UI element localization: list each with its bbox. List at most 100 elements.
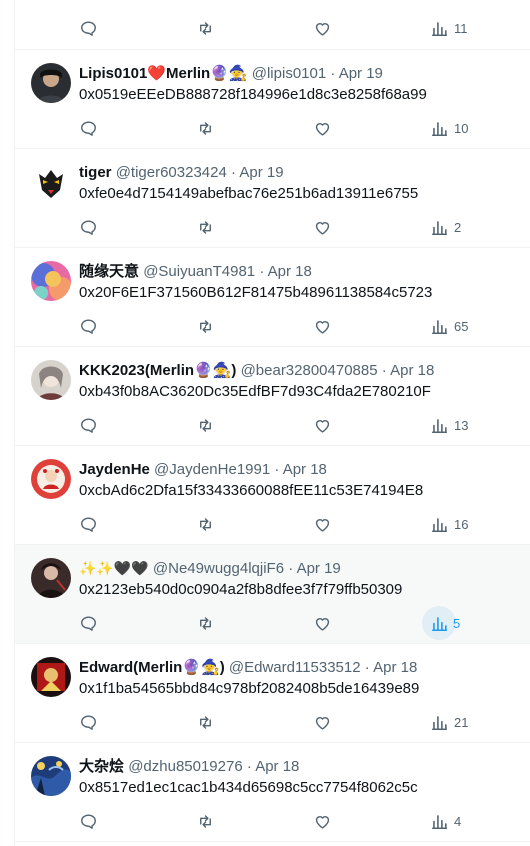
display-name[interactable]: JaydenHe [79,461,150,478]
retweet-icon [196,515,215,534]
views-button[interactable]: 21 [430,710,468,734]
tweet-item[interactable]: 随缘天意 @SuiyuanT4981 · Apr 18 0x20F6E1F371… [15,248,530,347]
retweet-button[interactable] [196,314,215,338]
avatar[interactable] [31,360,71,400]
views-count: 10 [454,120,469,136]
handle[interactable]: @dzhu85019276 [128,758,243,775]
tweet-text: 0xb43f0b8AC3620Dc35EdfBF7d93C4fda2E78021… [79,383,431,400]
handle[interactable]: @bear32800470885 [241,362,378,379]
tweet-item[interactable]: 11 [15,0,530,50]
tweet-date[interactable]: Apr 18 [255,758,299,775]
views-icon [430,812,449,831]
retweet-button[interactable] [196,611,215,635]
retweet-button[interactable] [196,512,215,536]
display-name[interactable]: Lipis0101❤️Merlin🔮🧙 [79,65,248,82]
reply-button[interactable] [79,512,98,536]
like-button[interactable] [313,413,332,437]
reply-button[interactable] [79,710,98,734]
handle[interactable]: @lipis0101 [252,65,326,82]
reply-button[interactable] [79,809,98,833]
retweet-button[interactable] [196,413,215,437]
reply-button[interactable] [79,611,98,635]
retweet-icon [196,218,215,237]
tweet-item[interactable]: Edward(Merlin🔮🧙) @Edward11533512 · Apr 1… [15,644,530,743]
like-button[interactable] [313,611,332,635]
reply-button[interactable] [79,314,98,338]
like-button[interactable] [313,512,332,536]
reply-icon [79,317,98,336]
reply-icon [79,713,98,732]
tweet-item[interactable]: KKK2023(Merlin🔮🧙) @bear32800470885 · Apr… [15,347,530,446]
handle[interactable]: @SuiyuanT4981 [143,263,255,280]
retweet-icon [196,812,215,831]
tweet-date[interactable]: Apr 19 [297,560,341,577]
avatar[interactable] [31,162,71,202]
tweet-feed: 11 Lipis0101❤️Merlin🔮🧙 @lipis0101 · Apr … [15,0,530,842]
tweet-actions: 13 [79,413,479,437]
avatar[interactable] [31,558,71,598]
views-count: 16 [454,516,469,532]
reply-button[interactable] [79,116,98,140]
avatar[interactable] [31,261,71,301]
tweet-date[interactable]: Apr 18 [390,362,434,379]
display-name[interactable]: Edward(Merlin🔮🧙) [79,659,225,676]
tweet-actions: 21 [79,710,479,734]
like-button[interactable] [313,116,332,140]
display-name[interactable]: ✨✨🖤🖤 [79,561,149,577]
retweet-button[interactable] [196,710,215,734]
retweet-button[interactable] [196,116,215,140]
reply-button[interactable] [79,16,98,40]
retweet-icon [196,614,215,633]
retweet-icon [196,119,215,138]
views-button[interactable]: 16 [430,512,468,536]
views-button[interactable]: 2 [430,215,461,239]
separator-dot: · [364,659,370,676]
reply-button[interactable] [79,215,98,239]
tweet-actions: 16 [79,512,479,536]
handle[interactable]: @tiger60323424 [116,164,227,181]
tweet-actions: 5 [79,606,479,640]
reply-icon [79,515,98,534]
views-icon [430,416,449,435]
tweet-item[interactable]: ✨✨🖤🖤 @Ne49wugg4lqjiF6 · Apr 19 0x2123eb5… [15,545,530,644]
tweet-date[interactable]: Apr 19 [339,65,383,82]
views-button[interactable]: 11 [430,16,468,40]
reply-button[interactable] [79,413,98,437]
like-icon [313,812,332,831]
display-name[interactable]: KKK2023(Merlin🔮🧙) [79,362,236,379]
tweet-date[interactable]: Apr 18 [373,659,417,676]
tweet-item[interactable]: 大杂烩 @dzhu85019276 · Apr 18 0x8517ed1ec1c… [15,743,530,842]
avatar[interactable] [31,756,71,796]
tweet-item[interactable]: JaydenHe @JaydenHe1991 · Apr 18 0xcbAd6c… [15,446,530,545]
tweet-item[interactable]: Lipis0101❤️Merlin🔮🧙 @lipis0101 · Apr 19 … [15,50,530,149]
display-name[interactable]: 随缘天意 [79,263,139,280]
like-button[interactable] [313,314,332,338]
handle[interactable]: @JaydenHe1991 [154,461,270,478]
display-name[interactable]: 大杂烩 [79,758,124,775]
retweet-button[interactable] [196,16,215,40]
avatar[interactable] [31,657,71,697]
retweet-button[interactable] [196,215,215,239]
avatar[interactable] [31,63,71,103]
like-icon [313,713,332,732]
handle[interactable]: @Edward11533512 [229,659,361,676]
avatar[interactable] [31,459,71,499]
like-button[interactable] [313,16,332,40]
display-name[interactable]: tiger [79,164,112,181]
tweet-date[interactable]: Apr 19 [239,164,283,181]
like-button[interactable] [313,710,332,734]
retweet-icon [196,317,215,336]
views-button[interactable]: 5 [422,606,460,640]
handle[interactable]: @Ne49wugg4lqjiF6 [153,560,284,577]
views-icon [430,19,449,38]
like-button[interactable] [313,215,332,239]
tweet-date[interactable]: Apr 18 [268,263,312,280]
tweet-date[interactable]: Apr 18 [283,461,327,478]
views-button[interactable]: 10 [430,116,468,140]
tweet-item[interactable]: tiger @tiger60323424 · Apr 19 0xfe0e4d71… [15,149,530,248]
views-button[interactable]: 65 [430,314,468,338]
retweet-button[interactable] [196,809,215,833]
views-button[interactable]: 13 [430,413,468,437]
views-button[interactable]: 4 [430,809,461,833]
like-button[interactable] [313,809,332,833]
